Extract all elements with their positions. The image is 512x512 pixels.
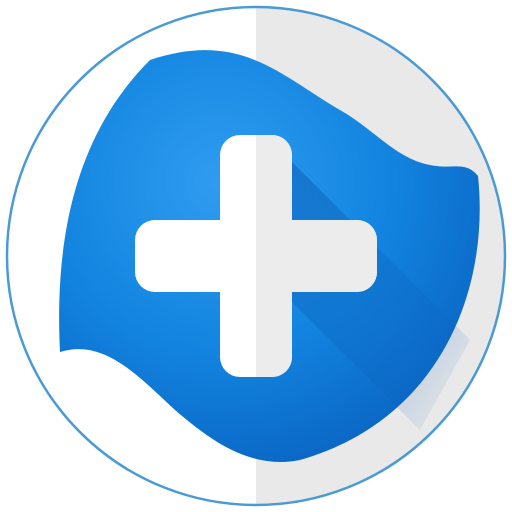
app-icon (0, 0, 512, 512)
app-icon-graphic (5, 5, 507, 507)
